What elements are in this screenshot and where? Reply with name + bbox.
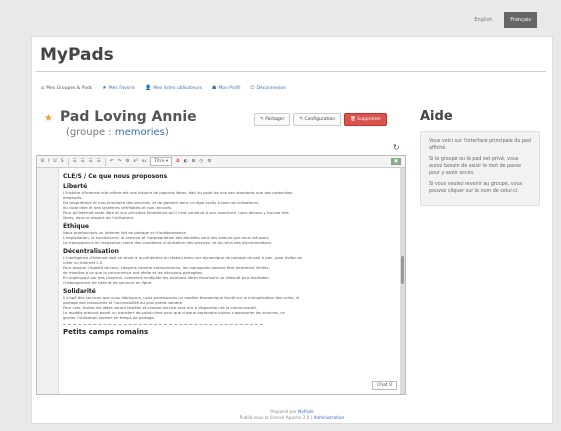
main-nav: ⌂ Mes Groupes & Pads ★ Mes Favoris 👤 Mes… — [36, 83, 550, 93]
pad-content[interactable]: CLE/S / Ce que nous proposons Liberté L'hi… — [63, 170, 397, 336]
strike-icon[interactable]: S — [61, 159, 64, 164]
content-line: garder l'utilisation sereine en temps de… — [63, 315, 155, 320]
pad-actions: ✎ Partager ✎ Configuration 🗑 Supprimer — [254, 113, 387, 126]
footer-license: Publié sous la licence Apache 2.0 | — [239, 415, 314, 420]
chat-label: Chat — [377, 383, 388, 388]
italic-icon[interactable]: I — [48, 159, 49, 164]
language-switcher: English Français — [468, 12, 537, 28]
pad-document[interactable]: CLE/S / Ce que nous proposons Liberté L'hi… — [37, 168, 405, 394]
nav-label: Mes listes utilisateurs — [153, 85, 202, 91]
help-box: Vous voici sur l'interface principale du… — [420, 131, 540, 206]
content-heading: Décentralisation — [63, 248, 119, 255]
nav-label: Mes Groupes & Pads — [46, 85, 93, 91]
config-button[interactable]: ✎ Configuration — [293, 113, 342, 126]
content-heading: CLE/S / Ce que nous proposons — [63, 173, 168, 180]
admin-link[interactable]: Administration — [314, 415, 345, 420]
star-icon: ★ — [102, 85, 107, 91]
nav-profile[interactable]: ☗ Mon Profil — [207, 85, 246, 91]
delete-button[interactable]: 🗑 Supprimer — [344, 113, 387, 126]
nav-favorites[interactable]: ★ Mes Favoris — [97, 85, 140, 91]
logout-icon: ⏻ — [250, 85, 255, 91]
editor-toolbar: B I U S ☰ ☰ ☰ ☰ ↶ ↷ ⚙ x² x₂ Titre ▾ A ◐ … — [37, 156, 405, 168]
embed-icon[interactable]: ⊞ — [192, 159, 196, 164]
title-divider — [36, 71, 546, 72]
users-icon: 👤 — [145, 85, 152, 91]
content-heading: Éthique — [63, 223, 89, 230]
underline-icon[interactable]: U — [53, 159, 56, 164]
toolbar-divider — [104, 157, 106, 166]
share-label: Partager — [265, 117, 285, 122]
content-separator — [63, 324, 264, 325]
nav-user-lists[interactable]: 👤 Mes listes utilisateurs — [140, 85, 207, 91]
favorite-star-icon[interactable]: ★ — [44, 113, 53, 124]
redo-icon[interactable]: ↷ — [118, 159, 122, 164]
clock-icon[interactable]: ◷ — [199, 159, 203, 164]
profile-icon: ☗ — [211, 85, 217, 91]
help-paragraph: Si vous voulez revenir au groupe, vous p… — [429, 182, 523, 194]
refresh-icon[interactable]: ↻ — [393, 143, 400, 152]
content-heading: Solidarité — [63, 288, 96, 295]
unordered-list-icon[interactable]: ☰ — [81, 159, 85, 164]
nav-label: Mes Favoris — [108, 85, 135, 91]
help-sidebar: Aide Vous voici sur l'interface principa… — [420, 109, 540, 206]
main-card: MyPads ⌂ Mes Groupes & Pads ★ Mes Favori… — [31, 36, 553, 424]
footer: Propulsé par MyPads Publié sous la licen… — [32, 409, 552, 421]
settings-icon[interactable]: ⚙ — [125, 159, 129, 164]
nav-logout[interactable]: ⏻ Déconnexion — [246, 85, 291, 91]
content-heading: Liberté — [63, 183, 88, 190]
help-title: Aide — [420, 109, 453, 124]
content-line: l'hébergement de sites et de services en… — [63, 280, 153, 285]
outdent-icon[interactable]: ☰ — [97, 159, 101, 164]
group-link[interactable]: memories — [115, 127, 165, 138]
footer-powered: Propulsé par — [270, 409, 298, 414]
help-paragraph: Si le groupe ou le pad est privé, vous a… — [429, 157, 522, 176]
indent-icon[interactable]: ☰ — [89, 159, 93, 164]
share-button[interactable]: ✎ Partager — [254, 113, 291, 126]
group-suffix: ) — [164, 127, 169, 138]
text-color-icon[interactable]: A — [176, 159, 179, 164]
chat-button[interactable]: Chat 0 — [372, 381, 397, 390]
site-title[interactable]: MyPads — [40, 45, 114, 65]
chat-count: 0 — [389, 383, 392, 388]
ordered-list-icon[interactable]: ☰ — [73, 159, 77, 164]
pad-editor: B I U S ☰ ☰ ☰ ☰ ↶ ↷ ⚙ x² x₂ Titre ▾ A ◐ … — [36, 155, 406, 395]
group-prefix: (groupe : — [66, 127, 115, 138]
bold-icon[interactable]: B — [41, 159, 44, 164]
heading-select[interactable]: Titre ▾ — [150, 157, 173, 166]
toolbar-divider — [67, 157, 69, 166]
footer-line-2: Publié sous la licence Apache 2.0 | Admi… — [32, 415, 552, 421]
nav-groups-pads[interactable]: ⌂ Mes Groupes & Pads — [36, 85, 97, 91]
mypads-link[interactable]: MyPads — [298, 409, 314, 414]
undo-icon[interactable]: ↶ — [110, 159, 114, 164]
delete-label: Supprimer — [357, 117, 381, 122]
content-line: La transparence et l'exposition claire d… — [63, 240, 273, 245]
content-line: libres, dans le respect de l'utilisateur… — [63, 215, 135, 220]
help-paragraph: Vous voici sur l'interface principale du… — [429, 139, 531, 151]
highlight-icon[interactable]: ◐ — [184, 159, 188, 164]
editor-scrollbar[interactable] — [400, 168, 405, 394]
pad-title: Pad Loving Annie — [60, 109, 197, 125]
share-icon[interactable]: ⚙ — [207, 159, 211, 164]
config-label: Configuration — [304, 117, 336, 122]
pad-group-line: (groupe : memories) — [66, 127, 169, 138]
lang-english[interactable]: English — [468, 12, 498, 28]
line-gutter — [37, 168, 59, 394]
nav-label: Mon Profil — [218, 85, 241, 91]
users-panel-icon[interactable]: ▣ — [390, 158, 401, 165]
lang-french[interactable]: Français — [504, 12, 537, 28]
home-icon: ⌂ — [41, 85, 45, 91]
superscript-icon[interactable]: x² — [133, 159, 137, 164]
scrollbar-thumb[interactable] — [401, 256, 404, 284]
content-heading: Petits camps romains — [63, 328, 149, 336]
subscript-icon[interactable]: x₂ — [142, 159, 146, 164]
nav-label: Déconnexion — [256, 85, 286, 91]
heading-select-value: Titre — [154, 159, 165, 164]
